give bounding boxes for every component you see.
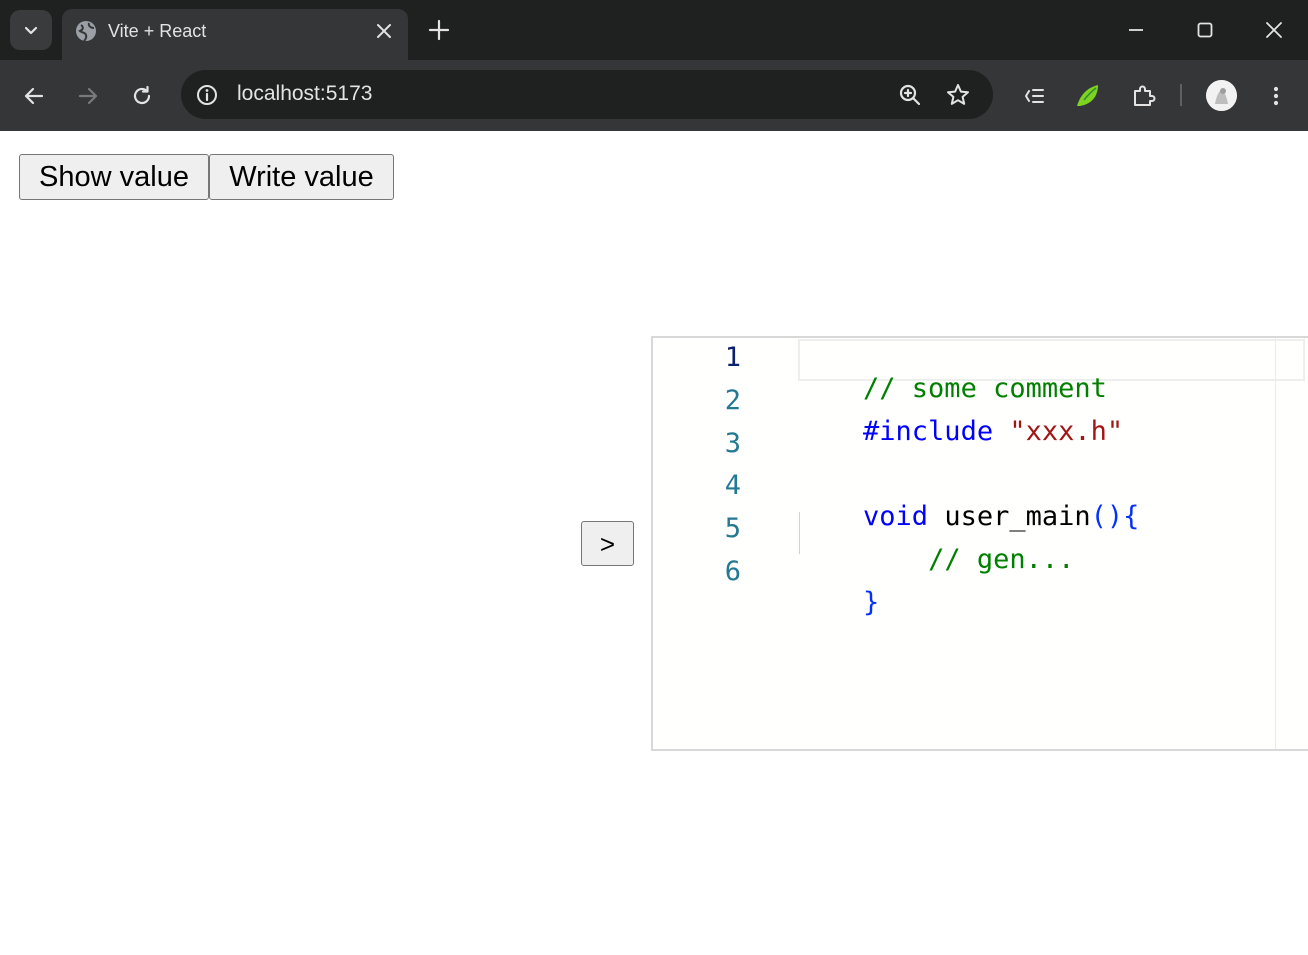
tab-search-button[interactable] <box>10 10 52 50</box>
arrow-left-icon <box>24 87 44 105</box>
close-icon <box>1266 22 1282 38</box>
extensions-button[interactable] <box>1128 81 1158 111</box>
line-number: 3 <box>724 428 741 459</box>
code-token: } <box>863 587 880 618</box>
maximize-icon <box>1197 22 1213 38</box>
arrow-right-icon <box>78 87 98 105</box>
browser-toolbar: localhost:5173 <box>0 60 1308 131</box>
code-token: "xxx.h" <box>1009 416 1124 447</box>
close-window-button[interactable] <box>1260 16 1288 44</box>
address-bar[interactable]: localhost:5173 <box>181 70 993 119</box>
star-icon[interactable] <box>945 82 971 108</box>
code-line[interactable]: } <box>798 556 879 649</box>
back-button[interactable] <box>19 81 49 111</box>
leaf-icon <box>1077 85 1098 106</box>
list-icon <box>1025 89 1044 103</box>
write-value-button[interactable]: Write value <box>209 154 394 200</box>
avatar[interactable] <box>1206 80 1237 111</box>
browser-titlebar: Vite + React <box>0 0 1308 60</box>
toolbar-separator <box>1180 84 1182 106</box>
info-icon[interactable] <box>195 83 219 107</box>
show-value-button[interactable]: Show value <box>19 154 209 200</box>
code-editor[interactable]: 1 2 3 4 5 6 // some comment #include "xx… <box>651 336 1308 751</box>
line-number: 5 <box>724 513 741 544</box>
minimize-icon <box>1129 29 1143 31</box>
code-line[interactable]: #include "xxx.h" <box>798 385 1123 478</box>
indent-guide <box>799 512 800 554</box>
minimize-button[interactable] <box>1122 16 1150 44</box>
puzzle-icon <box>1134 85 1156 106</box>
arrow-button[interactable]: > <box>581 521 634 566</box>
extension-button[interactable] <box>1073 81 1103 111</box>
code-token: // gen... <box>928 544 1075 575</box>
zoom-in-icon[interactable] <box>897 82 923 108</box>
line-number: 1 <box>724 342 741 373</box>
chevron-down-icon <box>24 26 38 35</box>
browser-menu-button[interactable] <box>1261 81 1291 111</box>
close-icon[interactable] <box>374 21 394 41</box>
maximize-button[interactable] <box>1191 16 1219 44</box>
code-token: (){ <box>1090 501 1140 532</box>
overview-ruler <box>1275 338 1276 749</box>
line-number: 2 <box>724 385 741 416</box>
reload-icon <box>133 85 151 105</box>
globe-icon <box>76 21 96 42</box>
browser-tab[interactable]: Vite + React <box>62 9 408 60</box>
kebab-menu-icon <box>1273 86 1279 106</box>
plus-icon[interactable] <box>426 17 452 43</box>
tab-title: Vite + React <box>108 21 207 41</box>
profile-icon <box>1206 80 1237 111</box>
code-token: #include <box>863 416 1010 447</box>
reading-list-button[interactable] <box>1020 81 1050 111</box>
reload-button[interactable] <box>127 81 157 111</box>
line-number: 6 <box>724 556 741 587</box>
line-number: 4 <box>724 470 741 501</box>
forward-button[interactable] <box>73 81 103 111</box>
url-text[interactable]: localhost:5173 <box>237 82 372 106</box>
